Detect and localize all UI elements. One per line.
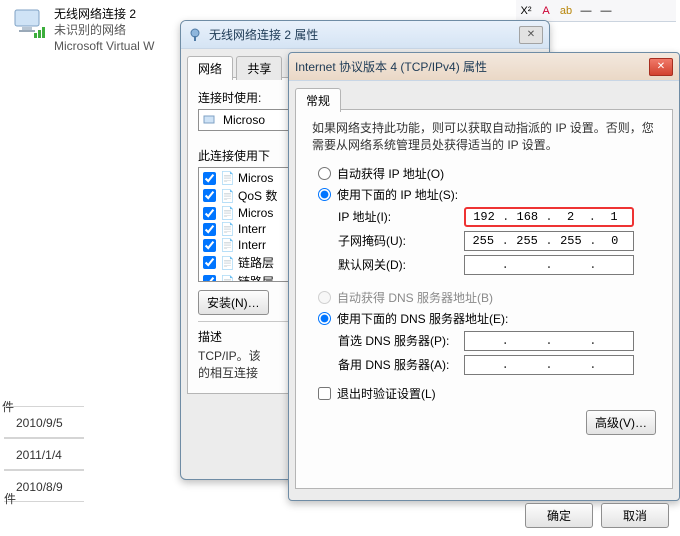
component-icon: 📄 — [220, 256, 234, 270]
component-checkbox[interactable] — [203, 223, 216, 236]
radio-auto-dns — [318, 291, 331, 304]
dns2-label: 备用 DNS 服务器(A): — [338, 356, 458, 373]
window-titlebar[interactable]: 无线网络连接 2 属性 — [181, 21, 549, 49]
connection-adapter: Microsoft Virtual W — [54, 38, 172, 54]
validate-on-exit-label: 退出时验证设置(L) — [337, 385, 436, 402]
subnet-mask-input[interactable]: 255. 255. 255. 0 — [464, 231, 634, 251]
network-connection-item[interactable]: 无线网络连接 2 未识别的网络 Microsoft Virtual W — [8, 2, 176, 59]
component-checkbox[interactable] — [203, 239, 216, 252]
install-button[interactable]: 安装(N)… — [198, 290, 269, 315]
divider-1: — — [578, 5, 594, 17]
date-cell[interactable]: 2010/9/5 — [4, 406, 84, 438]
component-icon: 📄 — [220, 275, 234, 283]
ipv4-pane: 如果网络支持此功能，则可以获取自动指派的 IP 设置。否则，您需要从网络系统管理… — [295, 109, 673, 489]
window-title: 无线网络连接 2 属性 — [209, 26, 513, 43]
radio-auto-ip-label: 自动获得 IP 地址(O) — [337, 165, 444, 182]
component-icon: 📄 — [220, 189, 234, 203]
close-button[interactable] — [519, 26, 543, 44]
left-column-stub-bottom: 件 — [0, 490, 16, 507]
validate-on-exit-checkbox[interactable] — [318, 387, 331, 400]
subnet-mask-label: 子网掩码(U): — [338, 232, 458, 249]
component-checkbox[interactable] — [203, 275, 216, 282]
ip-address-input[interactable]: 192. 168. 2. 1 — [464, 207, 634, 227]
close-button[interactable] — [649, 58, 673, 76]
ip-address-label: IP 地址(I): — [338, 208, 458, 225]
ok-button[interactable]: 确定 — [525, 503, 593, 528]
font-color-icon[interactable]: A — [538, 5, 554, 17]
radio-manual-dns-label: 使用下面的 DNS 服务器地址(E): — [337, 310, 508, 327]
date-cell[interactable]: 2011/1/4 — [4, 438, 84, 470]
date-list: 2010/9/5 2011/1/4 2010/8/9 — [4, 406, 84, 502]
adapter-name-field: Microso — [223, 113, 265, 127]
component-icon: 📄 — [220, 222, 234, 236]
window-icon — [187, 27, 203, 43]
gateway-input[interactable]: . . . — [464, 255, 634, 275]
window-title: Internet 协议版本 4 (TCP/IPv4) 属性 — [295, 58, 643, 75]
component-icon: 📄 — [220, 171, 234, 185]
dns1-input[interactable]: ... — [464, 331, 634, 351]
dns1-label: 首选 DNS 服务器(P): — [338, 332, 458, 349]
highlight-icon[interactable]: ab — [558, 5, 574, 17]
network-adapter-icon — [12, 6, 48, 42]
component-checkbox[interactable] — [203, 189, 216, 202]
component-checkbox[interactable] — [203, 256, 216, 269]
dialog-button-row: 确定 取消 — [289, 495, 679, 536]
radio-manual-dns[interactable] — [318, 312, 331, 325]
component-checkbox[interactable] — [203, 172, 216, 185]
connection-name: 无线网络连接 2 — [54, 6, 172, 22]
radio-auto-ip[interactable] — [318, 167, 331, 180]
radio-manual-ip-label: 使用下面的 IP 地址(S): — [337, 186, 458, 203]
tab-general[interactable]: 常规 — [295, 88, 341, 112]
advanced-button[interactable]: 高级(V)… — [586, 410, 656, 435]
superscript-icon[interactable]: X² — [518, 5, 534, 17]
toolbar-fragment: X² A ab — — — [516, 0, 676, 22]
radio-manual-ip[interactable] — [318, 188, 331, 201]
cancel-button[interactable]: 取消 — [601, 503, 669, 528]
connection-status: 未识别的网络 — [54, 22, 172, 38]
component-checkbox[interactable] — [203, 207, 216, 220]
tab-network[interactable]: 网络 — [187, 56, 233, 80]
window-titlebar[interactable]: Internet 协议版本 4 (TCP/IPv4) 属性 — [289, 53, 679, 81]
ipv4-properties-window: Internet 协议版本 4 (TCP/IPv4) 属性 常规 如果网络支持此… — [288, 52, 680, 501]
tab-share[interactable]: 共享 — [236, 56, 282, 80]
divider-2: — — [598, 5, 614, 17]
gateway-label: 默认网关(D): — [338, 256, 458, 273]
component-icon: 📄 — [220, 238, 234, 252]
dns2-input[interactable]: ... — [464, 355, 634, 375]
component-icon: 📄 — [220, 206, 234, 220]
adapter-icon — [203, 113, 217, 127]
radio-auto-dns-label: 自动获得 DNS 服务器地址(B) — [337, 289, 493, 306]
intro-text: 如果网络支持此功能，则可以获取自动指派的 IP 设置。否则，您需要从网络系统管理… — [312, 120, 656, 155]
